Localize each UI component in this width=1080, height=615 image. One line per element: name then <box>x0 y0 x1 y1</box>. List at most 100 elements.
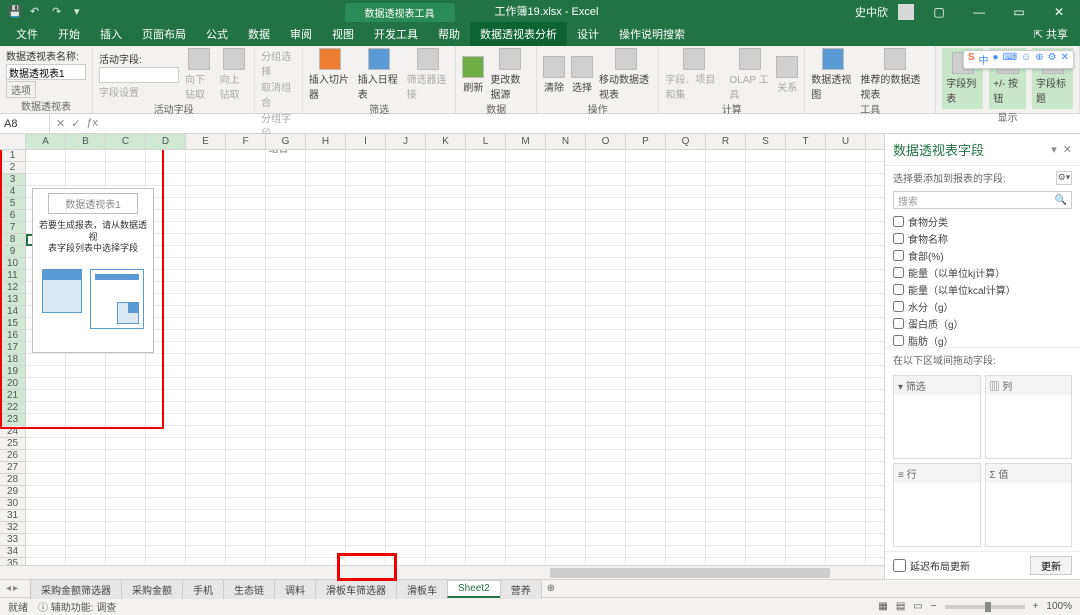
col-header-G[interactable]: G <box>266 134 306 149</box>
pt-name-input[interactable] <box>6 64 86 80</box>
sheet-tab[interactable]: 滑板车筛选器 <box>315 579 397 599</box>
tab-review[interactable]: 审阅 <box>280 22 322 46</box>
field-item[interactable]: 水分（g） <box>893 298 1072 315</box>
area-filter[interactable]: ▾ 筛选 <box>893 375 981 459</box>
tab-help[interactable]: 帮助 <box>428 22 470 46</box>
pt-options-button[interactable]: 选项 <box>6 81 36 98</box>
minimize-icon[interactable]: — <box>964 5 994 19</box>
field-item[interactable]: 能量（以单位kj计算） <box>893 264 1072 281</box>
clear-button[interactable]: 清除 <box>543 56 565 94</box>
col-header-U[interactable]: U <box>826 134 866 149</box>
fields-items-button[interactable]: 字段、项目和集 <box>665 48 723 101</box>
field-item[interactable]: 能量（以单位kcal计算） <box>893 281 1072 298</box>
close-icon[interactable]: ✕ <box>1044 5 1074 19</box>
field-checkbox[interactable] <box>893 318 904 329</box>
view-break-icon[interactable]: ▭ <box>913 601 922 612</box>
field-checkbox[interactable] <box>893 284 904 295</box>
col-header-D[interactable]: D <box>146 134 186 149</box>
tab-pivot-analyze[interactable]: 数据透视表分析 <box>470 22 567 46</box>
qat-more-icon[interactable]: ▾ <box>74 5 88 19</box>
group-selection-button[interactable]: 分组选择 <box>261 48 296 78</box>
col-header-O[interactable]: O <box>586 134 626 149</box>
area-column[interactable]: ▥ 列 <box>985 375 1073 459</box>
field-checkbox[interactable] <box>893 301 904 312</box>
col-header-T[interactable]: T <box>786 134 826 149</box>
col-header-M[interactable]: M <box>506 134 546 149</box>
active-field-input[interactable] <box>99 67 179 83</box>
view-layout-icon[interactable]: ▤ <box>896 601 905 612</box>
field-item[interactable]: 蛋白质（g） <box>893 315 1072 332</box>
tab-data[interactable]: 数据 <box>238 22 280 46</box>
row-header-26[interactable]: 26 <box>0 450 25 462</box>
col-header-S[interactable]: S <box>746 134 786 149</box>
sheet-nav-prev-icon[interactable]: ◂ <box>6 583 11 594</box>
insert-timeline-button[interactable]: 插入日程表 <box>358 48 401 101</box>
ime-lang[interactable]: 中 <box>979 52 989 67</box>
sheet-tab[interactable]: 采购金额筛选器 <box>30 579 122 599</box>
tab-file[interactable]: 文件 <box>6 22 48 46</box>
row-header-25[interactable]: 25 <box>0 438 25 450</box>
row-header-31[interactable]: 31 <box>0 510 25 522</box>
user-avatar-icon[interactable] <box>898 4 914 20</box>
cells-grid[interactable]: 数据透视表1 若要生成报表，请从数据透视表字段列表中选择字段 <box>26 150 884 565</box>
row-header-29[interactable]: 29 <box>0 486 25 498</box>
autosave-icon[interactable]: 💾 <box>8 5 22 19</box>
col-header-B[interactable]: B <box>66 134 106 149</box>
ime-dot-icon[interactable]: ● <box>993 52 999 67</box>
refresh-button[interactable]: 刷新 <box>462 56 484 94</box>
field-checkbox[interactable] <box>893 233 904 244</box>
field-item[interactable]: 脂肪（g） <box>893 332 1072 347</box>
undo-icon[interactable]: ↶ <box>30 5 44 19</box>
tab-view[interactable]: 视图 <box>322 22 364 46</box>
sheet-tab[interactable]: 采购金额 <box>121 579 183 599</box>
sheet-nav-next-icon[interactable]: ▸ <box>13 583 18 594</box>
col-header-E[interactable]: E <box>186 134 226 149</box>
field-checkbox[interactable] <box>893 250 904 261</box>
sheet-tab[interactable]: 调料 <box>274 579 316 599</box>
select-button[interactable]: 选择 <box>571 56 593 94</box>
zoom-in-icon[interactable]: + <box>1033 601 1039 612</box>
tab-insert[interactable]: 插入 <box>90 22 132 46</box>
col-header-L[interactable]: L <box>466 134 506 149</box>
pivot-placeholder[interactable]: 数据透视表1 若要生成报表，请从数据透视表字段列表中选择字段 <box>32 188 154 353</box>
tab-dev[interactable]: 开发工具 <box>364 22 428 46</box>
user-name[interactable]: 史中欣 <box>855 4 888 20</box>
formula-input[interactable] <box>104 114 1080 133</box>
column-headers[interactable]: ABCDEFGHIJKLMNOPQRSTU <box>0 134 884 150</box>
field-pane-gear-icon[interactable]: ⚙▾ <box>1056 171 1072 185</box>
field-settings-button[interactable]: 字段设置 <box>99 84 179 99</box>
row-header-28[interactable]: 28 <box>0 474 25 486</box>
tab-tellme[interactable]: 操作说明搜索 <box>609 22 695 46</box>
insert-slicer-button[interactable]: 插入切片器 <box>309 48 352 101</box>
field-checkbox[interactable] <box>893 335 904 346</box>
ime-toolbar[interactable]: S 中 ● ⌨ ☺ ⊕ ⚙ ✕ <box>963 50 1074 69</box>
row-header-34[interactable]: 34 <box>0 546 25 558</box>
col-header-K[interactable]: K <box>426 134 466 149</box>
new-sheet-button[interactable]: ⊕ <box>541 581 561 596</box>
share-button[interactable]: ⇱ 共享 <box>1022 22 1080 46</box>
field-search-input[interactable]: 搜索 🔍 <box>893 191 1072 209</box>
col-header-R[interactable]: R <box>706 134 746 149</box>
field-pane-dropdown-icon[interactable]: ▾ <box>1051 143 1057 156</box>
zoom-out-icon[interactable]: − <box>931 601 937 612</box>
move-pt-button[interactable]: 移动数据透视表 <box>599 48 652 101</box>
row-header-30[interactable]: 30 <box>0 498 25 510</box>
row-header-33[interactable]: 33 <box>0 534 25 546</box>
col-header-I[interactable]: I <box>346 134 386 149</box>
zoom-level[interactable]: 100% <box>1046 601 1072 612</box>
recommend-button[interactable]: 推荐的数据透视表 <box>860 48 929 101</box>
field-checkbox[interactable] <box>893 216 904 227</box>
sheet-tab[interactable]: 滑板车 <box>396 579 448 599</box>
scroll-thumb[interactable] <box>550 568 830 578</box>
maximize-icon[interactable]: ▭ <box>1004 5 1034 19</box>
ribbon-display-icon[interactable]: ▢ <box>924 5 954 19</box>
ime-close-icon[interactable]: ✕ <box>1061 52 1069 67</box>
col-header-P[interactable]: P <box>626 134 666 149</box>
col-header-N[interactable]: N <box>546 134 586 149</box>
col-header-J[interactable]: J <box>386 134 426 149</box>
redo-icon[interactable]: ↷ <box>52 5 66 19</box>
row-header-32[interactable]: 32 <box>0 522 25 534</box>
field-item[interactable]: 食部(%) <box>893 247 1072 264</box>
zoom-slider[interactable] <box>945 605 1025 609</box>
horizontal-scrollbar[interactable] <box>0 565 884 579</box>
